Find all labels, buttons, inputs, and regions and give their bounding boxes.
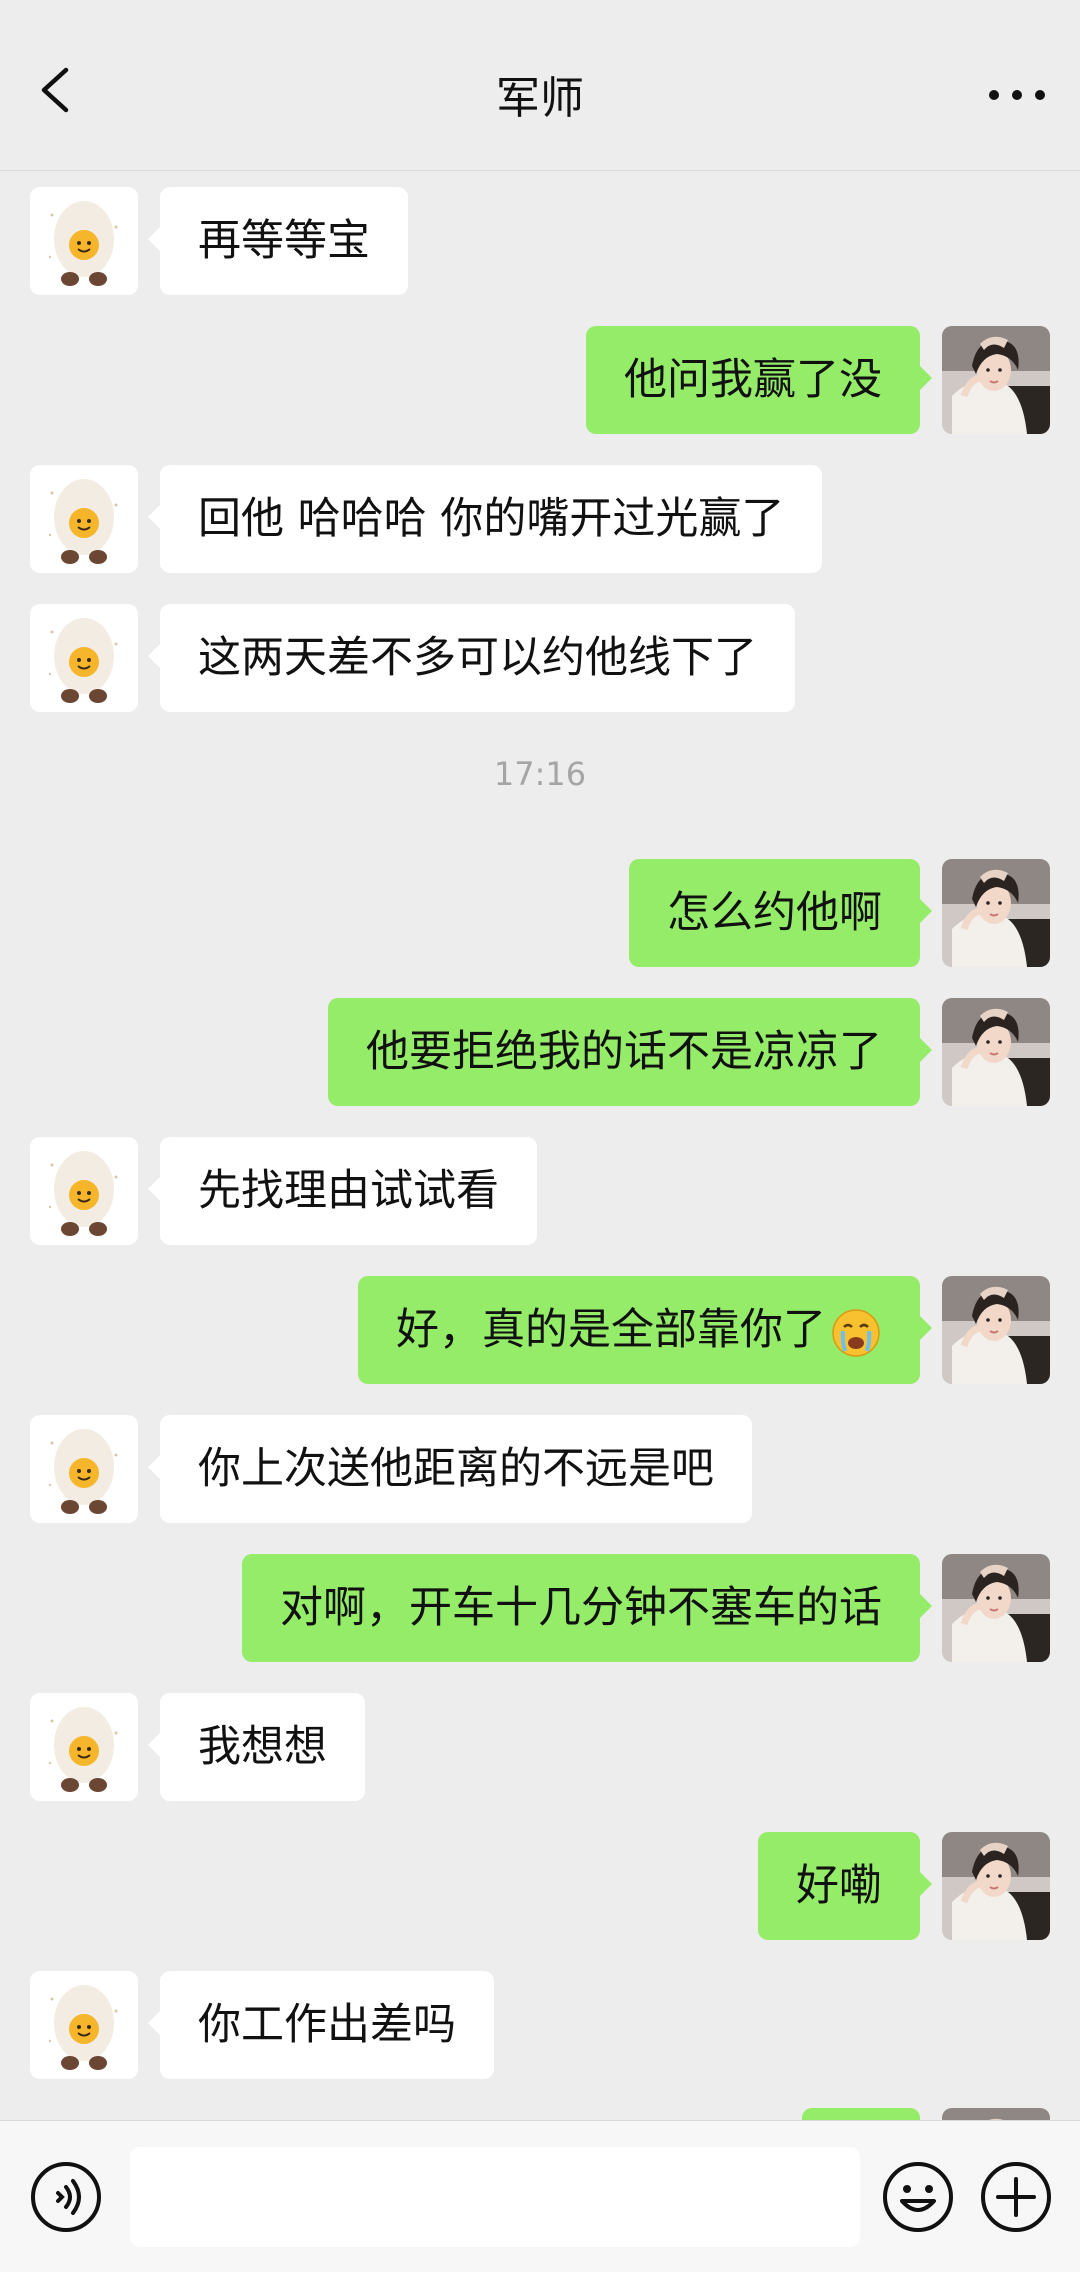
message-bubble[interactable]: 我想想 — [148, 1693, 365, 1801]
message-bubble[interactable]: 怎么约他啊 — [629, 859, 932, 967]
message-incoming: 回他 哈哈哈 你的嘴开过光赢了 — [0, 465, 1080, 573]
contact-avatar[interactable] — [30, 1415, 138, 1523]
message-bubble[interactable]: 回他 哈哈哈 你的嘴开过光赢了 — [147, 465, 823, 573]
ellipsis-icon — [989, 90, 1045, 100]
my-avatar[interactable] — [942, 326, 1050, 434]
emoji-button[interactable] — [880, 2159, 956, 2235]
message-incoming: 先找理由试试看 — [0, 1137, 1080, 1245]
message-input[interactable] — [130, 2147, 860, 2247]
contact-avatar[interactable] — [30, 604, 138, 712]
smiley-icon — [883, 2162, 953, 2232]
crying-face-emoji-icon — [832, 1308, 880, 1357]
chat-input-bar — [0, 2120, 1080, 2272]
plus-icon — [981, 2162, 1051, 2232]
my-avatar[interactable] — [942, 998, 1050, 1106]
message-bubble[interactable]: 对啊，开车十几分钟不塞车的话 — [242, 1554, 932, 1662]
message-bubble[interactable]: 这两天差不多可以约他线下了 — [148, 604, 795, 712]
message-outgoing: 好嘞 — [0, 1832, 1080, 1940]
message-bubble[interactable]: 他问我赢了没 — [586, 326, 932, 434]
my-avatar[interactable] — [942, 859, 1050, 967]
my-avatar[interactable] — [942, 1554, 1050, 1662]
chat-title: 军师 — [496, 73, 584, 124]
message-outgoing: 好，真的是全部靠你了 — [0, 1276, 1080, 1384]
message-bubble[interactable]: 你上次送他距离的不远是吧 — [148, 1415, 752, 1523]
message-bubble[interactable]: 好，真的是全部靠你了 — [358, 1276, 932, 1384]
contact-avatar[interactable] — [30, 465, 138, 573]
contact-avatar[interactable] — [30, 187, 138, 295]
voice-icon — [31, 2162, 101, 2232]
message-timestamp: 17:16 — [493, 755, 587, 793]
message-outgoing: 对啊，开车十几分钟不塞车的话 — [0, 1554, 1080, 1662]
message-bubble[interactable]: 你工作出差吗 — [148, 1971, 494, 2079]
message-outgoing: 他问我赢了没 — [0, 326, 1080, 434]
contact-avatar[interactable] — [30, 1693, 138, 1801]
chat-header: 军师 — [0, 0, 1080, 171]
message-bubble[interactable]: 再等等宝 — [148, 187, 408, 295]
message-outgoing: 怎么约他啊 — [0, 859, 1080, 967]
message-incoming: 你上次送他距离的不远是吧 — [0, 1415, 1080, 1523]
message-text: 好，真的是全部靠你了 — [396, 1305, 826, 1355]
message-bubble[interactable]: 好嘞 — [758, 1832, 932, 1940]
message-bubble[interactable]: 他要拒绝我的话不是凉凉了 — [328, 998, 932, 1106]
message-incoming: 这两天差不多可以约他线下了 — [0, 604, 1080, 712]
message-incoming: 我想想 — [0, 1693, 1080, 1801]
my-avatar[interactable] — [942, 1276, 1050, 1384]
message-bubble[interactable]: 先找理由试试看 — [148, 1137, 537, 1245]
message-outgoing: 他要拒绝我的话不是凉凉了 — [0, 998, 1080, 1106]
more-functions-button[interactable] — [978, 2159, 1054, 2235]
contact-avatar[interactable] — [30, 1137, 138, 1245]
voice-button[interactable] — [28, 2159, 104, 2235]
message-incoming: 你工作出差吗 — [0, 1971, 1080, 2079]
contact-avatar[interactable] — [30, 1971, 138, 2079]
more-button[interactable] — [982, 70, 1052, 120]
message-incoming: 再等等宝 — [0, 187, 1080, 295]
my-avatar[interactable] — [942, 1832, 1050, 1940]
